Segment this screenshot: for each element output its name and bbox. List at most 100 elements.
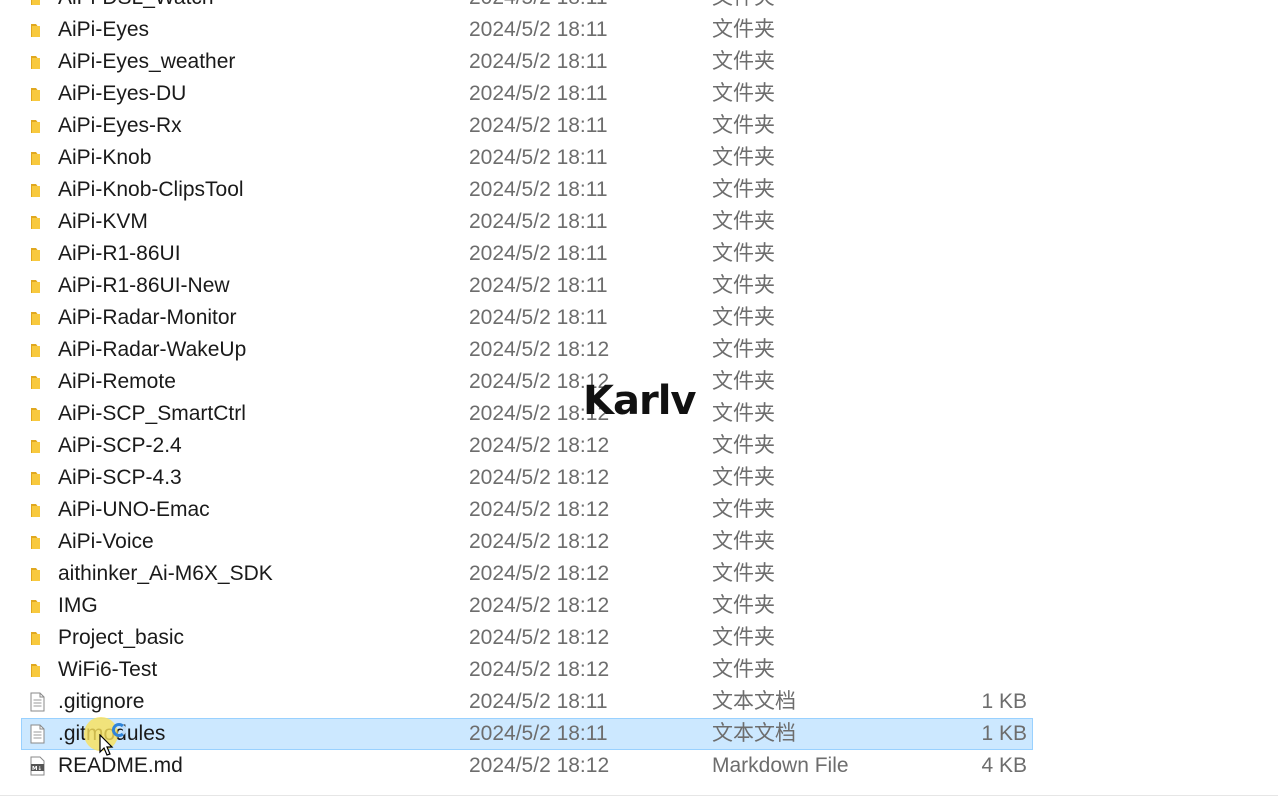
file-row[interactable]: AiPi-Radar-WakeUp 2024/5/2 18:12 文件夹: [21, 334, 1033, 366]
file-modified-date: 2024/5/2 18:11: [469, 146, 608, 169]
file-type: 文件夹: [712, 594, 775, 617]
file-modified-date: 2024/5/2 18:11: [469, 114, 608, 137]
file-type: 文件夹: [712, 530, 775, 553]
file-row[interactable]: IMG 2024/5/2 18:12 文件夹: [21, 590, 1033, 622]
folder-icon: [31, 24, 40, 37]
file-name: AiPi-Knob: [58, 146, 152, 169]
file-name: Project_basic: [58, 626, 185, 649]
file-name: aithinker_Ai-M6X_SDK: [58, 562, 273, 585]
file-modified-date: 2024/5/2 18:12: [469, 338, 610, 361]
file-type: 文件夹: [712, 50, 775, 73]
file-row[interactable]: .gitignore 2024/5/2 18:11 文本文档 1 KB: [21, 686, 1033, 718]
file-row[interactable]: Project_basic 2024/5/2 18:12 文件夹: [21, 622, 1033, 654]
file-size: 1 KB: [981, 690, 1027, 713]
folder-icon: [31, 440, 40, 453]
file-modified-date: 2024/5/2 18:12: [469, 434, 610, 457]
file-type: 文件夹: [712, 466, 775, 489]
folder-icon: [31, 504, 40, 517]
file-modified-date: 2024/5/2 18:12: [469, 530, 610, 553]
file-type: 文件夹: [712, 146, 775, 169]
file-type: 文件夹: [712, 274, 775, 297]
file-name: AiPi-Eyes-DU: [58, 82, 187, 105]
file-modified-date: 2024/5/2 18:11: [469, 210, 608, 233]
file-name: AiPi-SCP-4.3: [58, 466, 182, 489]
file-row[interactable]: AiPi-Eyes-DU 2024/5/2 18:11 文件夹: [21, 78, 1033, 110]
file-name: AiPi-SCP_SmartCtrl: [58, 402, 246, 425]
folder-icon: [31, 248, 40, 261]
file-name: AiPi-Voice: [58, 530, 154, 553]
file-name: AiPi-R1-86UI-New: [58, 274, 230, 297]
file-name: AiPi-Eyes: [58, 18, 150, 41]
folder-icon: [31, 344, 40, 357]
file-row[interactable]: AiPi-R1-86UI 2024/5/2 18:11 文件夹: [21, 238, 1033, 270]
file-row[interactable]: AiPi-UNO-Emac 2024/5/2 18:12 文件夹: [21, 494, 1033, 526]
file-row[interactable]: AiPi-Voice 2024/5/2 18:12 文件夹: [21, 526, 1033, 558]
file-row[interactable]: AiPi-DSL_Watch 2024/5/2 18:11 文件夹: [21, 0, 1033, 14]
file-row[interactable]: AiPi-Eyes_weather 2024/5/2 18:11 文件夹: [21, 46, 1033, 78]
file-size: 4 KB: [981, 754, 1027, 777]
file-name: AiPi-Radar-WakeUp: [58, 338, 247, 361]
file-modified-date: 2024/5/2 18:12: [469, 498, 610, 521]
folder-icon: [31, 280, 40, 293]
svg-text:M↓: M↓: [32, 765, 42, 772]
file-modified-date: 2024/5/2 18:11: [469, 690, 608, 713]
markdown-file-icon: M↓: [30, 756, 45, 776]
file-row[interactable]: M↓ README.md 2024/5/2 18:12 Markdown File 4 …: [21, 750, 1033, 782]
file-row[interactable]: AiPi-SCP-4.3 2024/5/2 18:12 文件夹: [21, 462, 1033, 494]
file-modified-date: 2024/5/2 18:11: [469, 178, 608, 201]
file-row[interactable]: AiPi-SCP-2.4 2024/5/2 18:12 文件夹: [21, 430, 1033, 462]
file-type: 文本文档: [712, 690, 796, 713]
file-modified-date: 2024/5/2 18:11: [469, 18, 608, 41]
file-type: 文件夹: [712, 370, 775, 393]
file-name: AiPi-Eyes_weather: [58, 50, 236, 73]
file-type: 文件夹: [712, 306, 775, 329]
file-type: 文件夹: [712, 210, 775, 233]
folder-icon: [31, 408, 40, 421]
mouse-pointer-icon: [99, 734, 114, 756]
file-modified-date: 2024/5/2 18:11: [469, 722, 608, 745]
file-modified-date: 2024/5/2 18:12: [469, 562, 610, 585]
file-row[interactable]: aithinker_Ai-M6X_SDK 2024/5/2 18:12 文件夹: [21, 558, 1033, 590]
bottom-divider: [0, 795, 1278, 796]
file-modified-date: 2024/5/2 18:12: [469, 658, 610, 681]
file-name: AiPi-Radar-Monitor: [58, 306, 237, 329]
file-type: 文本文档: [712, 722, 796, 745]
folder-icon: [31, 536, 40, 549]
file-name: AiPi-KVM: [58, 210, 148, 233]
folder-icon: [31, 88, 40, 101]
file-type: 文件夹: [712, 498, 775, 521]
file-modified-date: 2024/5/2 18:12: [469, 626, 610, 649]
file-modified-date: 2024/5/2 18:11: [469, 306, 608, 329]
folder-icon: [31, 312, 40, 325]
file-row[interactable]: AiPi-Radar-Monitor 2024/5/2 18:11 文件夹: [21, 302, 1033, 334]
folder-icon: [31, 664, 40, 677]
file-name: AiPi-Eyes-Rx: [58, 114, 182, 137]
file-modified-date: 2024/5/2 18:11: [469, 242, 608, 265]
file-name: WiFi6-Test: [58, 658, 158, 681]
file-row[interactable]: AiPi-SCP_SmartCtrl 2024/5/2 18:12 文件夹: [21, 398, 1033, 430]
file-row[interactable]: AiPi-Remote 2024/5/2 18:12 文件夹: [21, 366, 1033, 398]
folder-icon: [31, 376, 40, 389]
file-modified-date: 2024/5/2 18:11: [469, 82, 608, 105]
watermark-text: Karlv: [583, 378, 696, 424]
folder-icon: [31, 184, 40, 197]
folder-icon: [31, 472, 40, 485]
file-row[interactable]: AiPi-KVM 2024/5/2 18:11 文件夹: [21, 206, 1033, 238]
folder-icon: [31, 632, 40, 645]
file-row[interactable]: AiPi-Knob-ClipsTool 2024/5/2 18:11 文件夹: [21, 174, 1033, 206]
file-row[interactable]: WiFi6-Test 2024/5/2 18:12 文件夹: [21, 654, 1033, 686]
file-row[interactable]: AiPi-Eyes-Rx 2024/5/2 18:11 文件夹: [21, 110, 1033, 142]
file-name: AiPi-Knob-ClipsTool: [58, 178, 244, 201]
file-row[interactable]: AiPi-Eyes 2024/5/2 18:11 文件夹: [21, 14, 1033, 46]
file-row[interactable]: AiPi-R1-86UI-New 2024/5/2 18:11 文件夹: [21, 270, 1033, 302]
file-modified-date: 2024/5/2 18:11: [469, 274, 608, 297]
file-name: .gitignore: [58, 690, 145, 713]
file-type: 文件夹: [712, 18, 775, 41]
file-modified-date: 2024/5/2 18:12: [469, 594, 610, 617]
file-row[interactable]: AiPi-Knob 2024/5/2 18:11 文件夹: [21, 142, 1033, 174]
folder-icon: [31, 56, 40, 69]
file-row[interactable]: .gitmodules2024/5/2 18:11文本文档1 KB: [21, 718, 1033, 750]
folder-icon: [31, 120, 40, 133]
file-size: 1 KB: [981, 722, 1027, 745]
file-modified-date: 2024/5/2 18:12: [469, 754, 610, 777]
